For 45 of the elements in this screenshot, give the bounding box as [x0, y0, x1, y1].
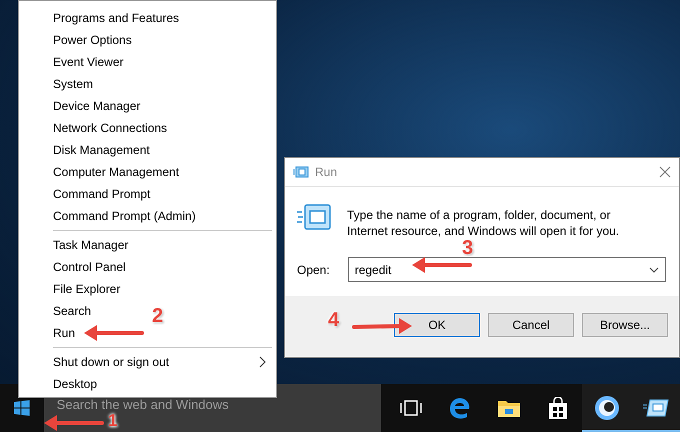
step-number: 1 — [108, 412, 118, 429]
menu-item[interactable]: File Explorer — [19, 278, 122, 300]
arrow — [84, 324, 144, 342]
dialog-button[interactable]: OK — [394, 312, 480, 336]
step-number: 2 — [152, 306, 164, 326]
orb-icon — [594, 395, 620, 421]
chevron-down-icon — [649, 266, 659, 272]
shopping-bag-icon — [548, 397, 568, 419]
menu-item[interactable]: Shut down or sign out — [19, 351, 276, 373]
close-icon[interactable] — [659, 166, 671, 178]
menu-item[interactable]: Network Connections — [19, 117, 170, 139]
menu-item[interactable]: Task Manager — [19, 234, 130, 256]
taskbar-button[interactable] — [631, 384, 680, 432]
letter-e-icon — [448, 397, 470, 419]
run-icon — [297, 203, 331, 233]
task-view-icon — [400, 400, 422, 416]
arrow — [44, 414, 104, 432]
chevron-right-icon — [259, 356, 266, 368]
instruction-text: Type the name of a program, folder, document, or Internet resource, and Windows will open it for you. — [347, 207, 620, 239]
folder-icon — [496, 398, 520, 418]
dialog-button[interactable]: Browse... — [582, 312, 668, 336]
menu-item[interactable]: Run — [19, 322, 78, 344]
arrow — [412, 256, 472, 274]
menu-item[interactable]: Device Manager — [19, 95, 142, 117]
menu-item[interactable]: Power Options — [19, 29, 134, 51]
run-icon — [642, 399, 668, 417]
window-title: Run — [315, 165, 338, 179]
menu-item[interactable]: Search — [19, 300, 94, 322]
menu-item[interactable]: Computer Management — [19, 161, 182, 183]
open-label: Open: — [297, 262, 330, 276]
step-number: 4 — [328, 310, 340, 330]
step-number: 3 — [462, 238, 474, 258]
open-combo-box[interactable]: regedit — [348, 257, 666, 282]
menu-item[interactable]: Command Prompt (Admin) — [19, 205, 198, 227]
arrow — [352, 317, 412, 335]
windows-logo-icon[interactable] — [14, 400, 30, 416]
menu-item[interactable]: Programs and Features — [19, 7, 182, 29]
run-icon — [293, 166, 309, 178]
menu-item[interactable]: Command Prompt — [19, 183, 152, 205]
menu-item[interactable]: Control Panel — [19, 256, 128, 278]
menu-item[interactable]: Disk Management — [19, 139, 152, 161]
dialog-button[interactable]: Cancel — [488, 312, 574, 336]
menu-item[interactable]: Event Viewer — [19, 51, 126, 73]
taskbar-button[interactable] — [582, 384, 631, 432]
menu-item[interactable]: System — [19, 73, 96, 95]
